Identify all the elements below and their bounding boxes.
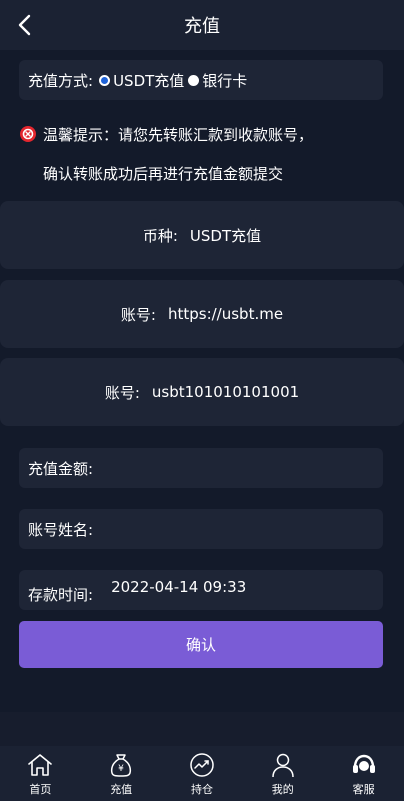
account-url-label: 账号: <box>120 305 156 324</box>
account-name-field: 账号姓名: <box>19 509 383 549</box>
chevron-left-icon <box>18 14 31 36</box>
account-number-value: usbt101010101001 <box>151 383 300 401</box>
tab-recharge-label: 充值 <box>110 783 133 796</box>
confirm-button[interactable]: 确认 <box>19 621 383 668</box>
tab-home[interactable]: 首页 <box>0 746 80 797</box>
currency-card: 币种: USDT充值 <box>0 201 404 269</box>
bank-card-radio[interactable] <box>188 74 200 86</box>
currency-label: 币种: <box>142 226 178 245</box>
back-button[interactable] <box>10 10 40 40</box>
amount-field: 充值金额: <box>19 448 383 488</box>
tab-recharge[interactable]: ¥ 充值 <box>81 746 161 797</box>
tip-line-1: 温馨提示：请您先转账汇款到收款账号， <box>43 125 314 144</box>
tab-holdings-label: 持仓 <box>190 783 213 796</box>
deposit-time-label: 存款时间: <box>28 585 94 604</box>
usdt-radio[interactable] <box>99 74 111 86</box>
account-url-value: https://usbt.me <box>167 305 284 323</box>
svg-text:¥: ¥ <box>118 764 124 774</box>
tab-mine[interactable]: 我的 <box>243 746 323 797</box>
amount-label: 充值金额: <box>28 459 94 478</box>
home-icon <box>28 754 53 776</box>
header-bar: 充值 <box>0 0 404 50</box>
warm-tip: 温馨提示：请您先转账汇款到收款账号， <box>19 122 313 146</box>
bottom-spacer <box>0 712 404 746</box>
usdt-option-label[interactable]: USDT充值 <box>113 70 184 91</box>
tab-support[interactable]: 客服 <box>324 746 404 797</box>
currency-value: USDT充值 <box>189 226 262 245</box>
bank-card-option-label[interactable]: 银行卡 <box>202 70 247 91</box>
money-bag-icon: ¥ <box>111 754 132 777</box>
account-number-card: 账号: usbt101010101001 <box>0 358 404 426</box>
tab-home-label: 首页 <box>29 783 52 796</box>
account-url-card: 账号: https://usbt.me <box>0 280 404 348</box>
user-icon <box>272 753 294 778</box>
page-title: 充值 <box>184 16 220 37</box>
account-name-label: 账号姓名: <box>28 520 94 539</box>
recharge-method-row: 充值方式: USDT充值 银行卡 <box>19 60 383 100</box>
account-number-label: 账号: <box>104 383 140 402</box>
bottom-tab-bar: 首页 ¥ 充值 持仓 我的 客服 <box>0 746 404 801</box>
chart-icon <box>190 753 214 777</box>
tip-line-2: 确认转账成功后再进行充值金额提交 <box>43 165 284 183</box>
tab-holdings[interactable]: 持仓 <box>162 746 242 797</box>
amount-input[interactable] <box>93 448 383 488</box>
tab-support-label: 客服 <box>352 783 375 796</box>
warning-icon <box>20 126 36 142</box>
account-name-input[interactable] <box>93 509 383 549</box>
deposit-time-value[interactable]: 2022-04-14 09:33 <box>111 578 246 596</box>
deposit-time-field: 存款时间: 2022-04-14 09:33 <box>19 570 383 610</box>
recharge-method-label: 充值方式: <box>28 71 94 90</box>
headset-icon <box>352 754 375 773</box>
tab-mine-label: 我的 <box>271 783 294 796</box>
